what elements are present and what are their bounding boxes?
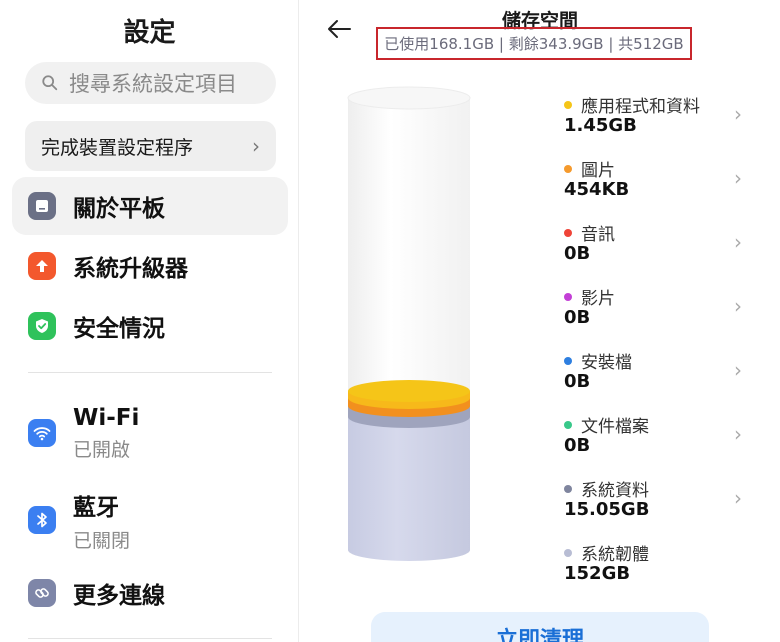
category-installers[interactable]: 安裝檔 0B › bbox=[564, 348, 754, 408]
tablet-icon bbox=[28, 192, 56, 220]
shield-check-icon bbox=[28, 312, 56, 340]
wifi-status: 已開啟 bbox=[73, 438, 131, 461]
category-name: 應用程式和資料 bbox=[581, 97, 700, 117]
chevron-right-icon: › bbox=[734, 102, 742, 126]
category-system-firmware: 系統韌體 152GB bbox=[564, 540, 754, 600]
complete-setup-button[interactable]: 完成裝置設定程序 › bbox=[25, 121, 276, 171]
category-name: 安裝檔 bbox=[581, 353, 632, 373]
chevron-right-icon: › bbox=[252, 134, 260, 158]
category-size: 152GB bbox=[564, 563, 631, 584]
bluetooth-icon bbox=[28, 506, 56, 534]
sidebar-item-label: 安全情況 bbox=[73, 316, 165, 342]
category-size: 0B bbox=[564, 307, 591, 328]
category-dot bbox=[564, 485, 572, 493]
chevron-right-icon: › bbox=[734, 230, 742, 254]
category-size: 15.05GB bbox=[564, 499, 650, 520]
cylinder-top bbox=[347, 86, 471, 110]
storage-summary: 已使用168.1GB | 剩餘343.9GB | 共512GB bbox=[376, 27, 692, 60]
category-dot bbox=[564, 421, 572, 429]
search-placeholder: 搜尋系統設定項目 bbox=[69, 72, 237, 96]
storage-summary-text: 已使用168.1GB | 剩餘343.9GB | 共512GB bbox=[384, 35, 684, 53]
category-system-data[interactable]: 系統資料 15.05GB › bbox=[564, 476, 754, 536]
category-name: 文件檔案 bbox=[581, 417, 649, 437]
clean-now-label: 立即清理 bbox=[495, 628, 584, 642]
sidebar-item-bluetooth[interactable]: 藍牙 已關閉 bbox=[12, 487, 288, 553]
category-dot bbox=[564, 101, 572, 109]
settings-sidebar: 設定 搜尋系統設定項目 完成裝置設定程序 › 關於平板 系統升級器 安全情況 W… bbox=[0, 0, 299, 642]
category-name: 圖片 bbox=[581, 161, 615, 181]
category-name: 系統韌體 bbox=[581, 545, 649, 565]
apps-segment-top bbox=[348, 380, 470, 402]
category-name: 系統資料 bbox=[581, 481, 649, 501]
link-icon bbox=[28, 579, 56, 607]
category-documents[interactable]: 文件檔案 0B › bbox=[564, 412, 754, 472]
sidebar-item-about-tablet[interactable]: 關於平板 bbox=[12, 177, 288, 235]
bluetooth-status: 已關閉 bbox=[73, 529, 131, 552]
category-dot bbox=[564, 357, 572, 365]
clean-now-button[interactable]: 立即清理 bbox=[371, 612, 709, 642]
category-dot bbox=[564, 165, 572, 173]
sidebar-item-wifi[interactable]: Wi-Fi 已開啟 bbox=[12, 400, 288, 466]
sidebar-item-label: 更多連線 bbox=[73, 583, 165, 609]
chevron-right-icon: › bbox=[734, 166, 742, 190]
sidebar-item-system-updater[interactable]: 系統升級器 bbox=[12, 237, 288, 295]
arrow-up-icon bbox=[28, 252, 56, 280]
chevron-right-icon: › bbox=[734, 422, 742, 446]
settings-title: 設定 bbox=[123, 18, 176, 48]
category-size: 0B bbox=[564, 371, 591, 392]
category-size: 0B bbox=[564, 435, 591, 456]
sidebar-item-label: 關於平板 bbox=[73, 196, 165, 222]
sidebar-divider bbox=[28, 372, 272, 373]
category-audio[interactable]: 音訊 0B › bbox=[564, 220, 754, 280]
chevron-right-icon: › bbox=[734, 486, 742, 510]
category-size: 1.45GB bbox=[564, 115, 637, 136]
sidebar-divider bbox=[28, 638, 272, 639]
storage-cylinder bbox=[347, 86, 471, 561]
sidebar-item-label: 藍牙 bbox=[73, 494, 119, 521]
category-dot bbox=[564, 293, 572, 301]
category-size: 454KB bbox=[564, 179, 630, 200]
category-dot bbox=[564, 549, 572, 557]
system-firmware-segment bbox=[348, 417, 470, 561]
wifi-icon bbox=[28, 419, 56, 447]
pane-divider bbox=[298, 0, 299, 642]
sidebar-item-security[interactable]: 安全情況 bbox=[12, 297, 288, 355]
category-name: 影片 bbox=[581, 289, 615, 309]
category-images[interactable]: 圖片 454KB › bbox=[564, 156, 754, 216]
complete-setup-label: 完成裝置設定程序 bbox=[41, 136, 194, 159]
category-apps[interactable]: 應用程式和資料 1.45GB › bbox=[564, 92, 754, 152]
category-size: 0B bbox=[564, 243, 591, 264]
chevron-right-icon: › bbox=[734, 358, 742, 382]
search-input[interactable]: 搜尋系統設定項目 bbox=[25, 62, 276, 104]
category-name: 音訊 bbox=[581, 225, 615, 245]
sidebar-item-more-connections[interactable]: 更多連線 bbox=[12, 564, 288, 622]
search-icon bbox=[42, 75, 58, 91]
category-dot bbox=[564, 229, 572, 237]
sidebar-item-label: Wi-Fi bbox=[73, 404, 140, 431]
category-video[interactable]: 影片 0B › bbox=[564, 284, 754, 344]
sidebar-item-label: 系統升級器 bbox=[73, 256, 188, 282]
chevron-right-icon: › bbox=[734, 294, 742, 318]
